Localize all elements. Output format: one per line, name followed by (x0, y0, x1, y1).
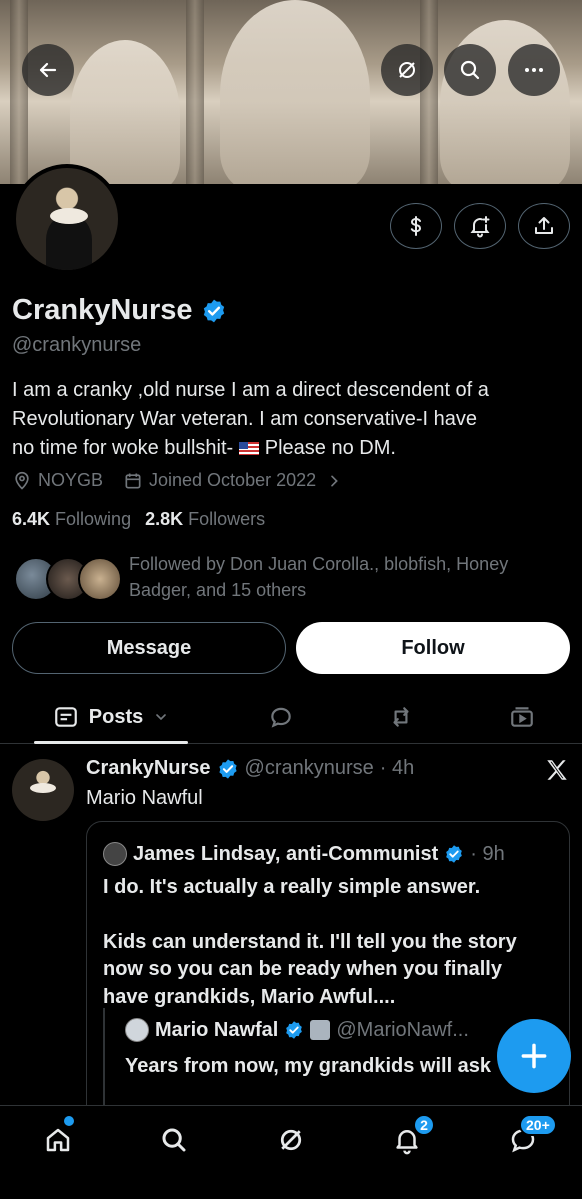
following-link[interactable]: 6.4K Following (12, 509, 131, 530)
home-icon (46, 1128, 70, 1152)
quote-time: · 9h (470, 842, 505, 865)
avatar (78, 557, 122, 601)
bottom-navigation: 2 20+ (0, 1105, 582, 1199)
bio-line: Revolutionary War veteran. I am conserva… (12, 408, 478, 430)
x-logo-icon[interactable] (544, 757, 570, 783)
avatar[interactable] (12, 759, 74, 821)
avatar (103, 842, 127, 866)
media-icon (511, 707, 533, 727)
profile-avatar[interactable] (12, 164, 122, 274)
affiliate-badge-icon (310, 1020, 331, 1040)
post-handle: @crankynurse (244, 757, 374, 779)
bio-line: I am a cranky ,old nurse I am a direct d… (12, 379, 489, 401)
quote-text: I do. It's actually a really simple answ… (103, 874, 553, 1011)
profile-banner[interactable] (0, 0, 582, 184)
nested-author: Mario Nawfal (155, 1018, 279, 1041)
reply-icon (271, 707, 291, 728)
tab-posts[interactable]: Posts (34, 690, 188, 744)
post[interactable]: CrankyNurse @crankynurse · 4h Mario Nawf… (0, 745, 582, 1105)
nav-search[interactable] (154, 1120, 194, 1160)
tab-active-indicator (34, 741, 188, 744)
plus-icon (521, 1043, 547, 1069)
repost-icon (393, 707, 409, 727)
bio-text: Please no DM. (264, 437, 396, 459)
tab-replies[interactable] (266, 702, 296, 732)
message-button[interactable]: Message (12, 622, 286, 674)
followed-by-avatars[interactable] (14, 557, 124, 603)
profile-meta: NOYGB Joined October 2022 (12, 470, 342, 491)
quote-author: James Lindsay, anti-Communist (133, 842, 439, 865)
nav-grok[interactable] (271, 1120, 311, 1160)
arrow-left-icon (39, 62, 57, 78)
more-options-button[interactable] (508, 44, 560, 96)
quote-header: James Lindsay, anti-Communist · 9h (103, 842, 505, 866)
tab-reposts[interactable] (386, 702, 416, 732)
verified-badge-icon (286, 1021, 303, 1039)
joined-date: Joined October 2022 (149, 470, 317, 490)
notifications-badge: 2 (413, 1114, 435, 1136)
verified-badge-icon[interactable] (201, 298, 227, 324)
posts-icon (54, 707, 77, 727)
quote-line: Kids can understand it. I'll tell you th… (103, 930, 517, 1008)
followers-label: Followers (188, 509, 266, 529)
nested-quote-header: Mario Nawfal @MarioNawf... (125, 1018, 469, 1042)
calendar-icon (125, 473, 141, 488)
follow-button[interactable]: Follow (296, 622, 570, 674)
home-unread-dot (64, 1116, 74, 1126)
search-icon (162, 1128, 186, 1152)
bell-plus-icon (470, 216, 490, 238)
post-text: Mario Nawful (86, 787, 203, 809)
tab-media[interactable] (507, 702, 537, 732)
bio-text: no time for woke bullshit- (12, 437, 239, 459)
profile-bio: I am a cranky ,old nurse I am a direct d… (12, 376, 572, 463)
followed-by-text[interactable]: Followed by Don Juan Corolla., blobfish,… (129, 551, 569, 603)
more-icon (525, 68, 543, 72)
share-icon (535, 217, 553, 234)
dollar-icon (410, 216, 422, 236)
following-label: Following (55, 509, 132, 529)
profile-name: CrankyNurse (12, 294, 227, 327)
notify-button[interactable] (454, 203, 506, 249)
following-count: 6.4K (12, 509, 51, 529)
nested-handle: @MarioNawf... (336, 1018, 469, 1041)
profile-tabs: Posts (0, 690, 582, 744)
bio-line: no time for woke bullshit- Please no DM. (12, 434, 572, 463)
grok-icon (280, 1129, 302, 1151)
verified-badge-icon (218, 758, 237, 779)
tab-posts-label: Posts (88, 705, 144, 728)
us-flag-icon (238, 442, 259, 455)
compose-button[interactable] (497, 1019, 571, 1093)
grok-button[interactable] (381, 44, 433, 96)
display-name: CrankyNurse (12, 294, 193, 326)
grok-icon (399, 62, 415, 78)
followers-count: 2.8K (145, 509, 184, 529)
verified-badge-icon (446, 845, 463, 863)
avatar (125, 1018, 149, 1042)
post-time: · 4h (379, 757, 415, 779)
location-text: NOYGB (38, 470, 104, 490)
chevron-down-icon (156, 714, 167, 721)
followers-link[interactable]: 2.8K Followers (145, 509, 265, 530)
post-author[interactable]: CrankyNurse (86, 757, 211, 780)
location-icon (15, 471, 29, 490)
messages-badge: 20+ (519, 1114, 557, 1136)
subscribe-button[interactable] (390, 203, 442, 249)
back-button[interactable] (22, 44, 74, 96)
quote-line: I do. It's actually a really simple answ… (103, 876, 481, 898)
chevron-right-icon[interactable] (326, 473, 342, 489)
nav-home[interactable] (38, 1120, 78, 1160)
post-header: CrankyNurse @crankynurse · 4h (86, 757, 414, 780)
follow-counts: 6.4K Following 2.8K Followers (12, 509, 265, 530)
share-button[interactable] (518, 203, 570, 249)
search-button[interactable] (444, 44, 496, 96)
profile-handle: @crankynurse (12, 334, 142, 356)
search-icon (460, 60, 480, 80)
